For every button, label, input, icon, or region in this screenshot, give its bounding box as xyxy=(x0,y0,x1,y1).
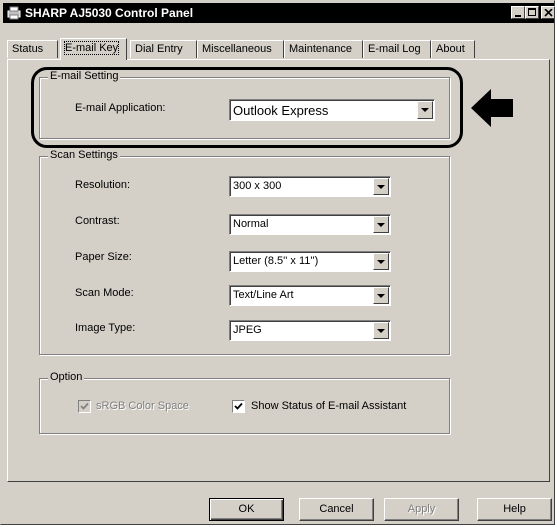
chevron-down-icon[interactable] xyxy=(373,322,389,339)
option-title: Option xyxy=(48,371,85,383)
help-button[interactable]: Help xyxy=(477,498,552,521)
resolution-value: 300 x 300 xyxy=(233,180,282,192)
close-button[interactable] xyxy=(541,6,555,19)
window-title: SHARP AJ5030 Control Panel xyxy=(25,6,194,20)
highlight-callout-box xyxy=(31,67,463,148)
resolution-label: Resolution: xyxy=(75,179,131,191)
paper-size-label: Paper Size: xyxy=(75,251,132,263)
tab-dial-entry[interactable]: Dial Entry xyxy=(130,40,197,58)
tab-maintenance[interactable]: Maintenance xyxy=(284,40,363,58)
image-type-select[interactable]: JPEG xyxy=(229,320,391,341)
chevron-down-icon[interactable] xyxy=(373,216,389,233)
scan-mode-select[interactable]: Text/Line Art xyxy=(229,285,391,306)
tab-miscellaneous[interactable]: Miscellaneous xyxy=(197,40,284,58)
printer-app-icon xyxy=(7,6,21,20)
control-panel-window: SHARP AJ5030 Control Panel Status E-mail… xyxy=(0,0,555,525)
image-type-label: Image Type: xyxy=(75,322,136,334)
apply-button[interactable]: Apply xyxy=(384,498,459,521)
resolution-select[interactable]: 300 x 300 xyxy=(229,176,391,197)
tab-email-key[interactable]: E-mail Key xyxy=(60,38,127,60)
paper-size-value: Letter (8.5'' x 11'') xyxy=(233,255,319,267)
maximize-button[interactable] xyxy=(525,6,539,19)
scan-mode-value: Text/Line Art xyxy=(233,289,294,301)
checkmark-icon xyxy=(234,402,243,410)
tab-about[interactable]: About xyxy=(431,40,475,58)
minimize-button[interactable] xyxy=(511,6,525,19)
close-icon xyxy=(544,9,553,17)
tab-status[interactable]: Status xyxy=(7,40,58,58)
checkmark-icon xyxy=(80,402,89,410)
chevron-down-icon[interactable] xyxy=(373,253,389,270)
srgb-checkbox[interactable] xyxy=(78,400,91,413)
scan-mode-label: Scan Mode: xyxy=(75,287,134,299)
chevron-down-icon[interactable] xyxy=(373,178,389,195)
email-assistant-checkbox[interactable] xyxy=(232,400,245,413)
title-bar[interactable]: SHARP AJ5030 Control Panel xyxy=(3,3,555,23)
cancel-button[interactable]: Cancel xyxy=(299,498,374,521)
scan-settings-title: Scan Settings xyxy=(48,149,120,161)
srgb-label: sRGB Color Space xyxy=(96,400,189,412)
contrast-label: Contrast: xyxy=(75,215,120,227)
contrast-select[interactable]: Normal xyxy=(229,214,391,235)
ok-button[interactable]: OK xyxy=(209,498,284,521)
paper-size-select[interactable]: Letter (8.5'' x 11'') xyxy=(229,251,391,272)
tab-email-log[interactable]: E-mail Log xyxy=(363,40,431,58)
image-type-value: JPEG xyxy=(233,324,262,336)
contrast-value: Normal xyxy=(233,218,269,230)
left-arrow-callout-icon xyxy=(471,89,513,127)
chevron-down-icon[interactable] xyxy=(373,287,389,304)
email-assistant-label: Show Status of E-mail Assistant xyxy=(251,400,407,412)
